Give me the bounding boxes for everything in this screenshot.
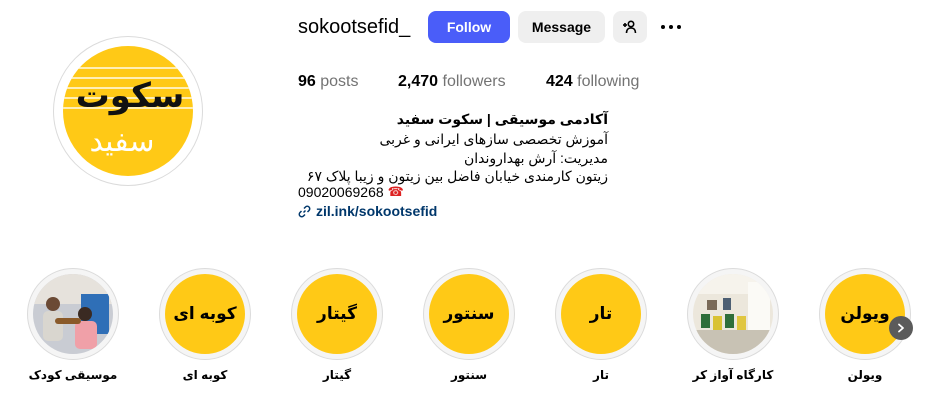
link-text: zil.ink/sokootsefid [316, 203, 438, 219]
chevron-right-icon [898, 323, 904, 333]
followers-stat[interactable]: 2,470 followers [398, 73, 506, 91]
svg-text:سکوت: سکوت [76, 76, 185, 116]
phone-number: 09020069268 [298, 184, 384, 200]
bio-line-3: زیتون کارمندی خیابان فاضل بین زیتون و زی… [306, 168, 608, 184]
highlight-cover-text: ویولن [840, 304, 890, 323]
highlight-guitar[interactable]: گیتار گیتار [291, 268, 383, 382]
svg-text:سفید: سفید [89, 124, 154, 159]
highlight-label: تار [593, 368, 609, 382]
bio-link[interactable]: zil.ink/sokootsefid [298, 203, 437, 219]
highlight-cover-text: سنتور [443, 304, 495, 323]
bio-line-2: مدیریت: آرش بهداروندان [463, 150, 608, 166]
more-options-icon[interactable] [658, 17, 684, 37]
message-button[interactable]: Message [518, 11, 605, 43]
highlight-cover-text: کوبه ای [173, 304, 237, 323]
highlight-label: گیتار [322, 368, 352, 382]
highlight-label: سنتور [450, 368, 488, 382]
telephone-icon: ☎ [387, 184, 404, 199]
highlight-label: کوبه ای [182, 368, 228, 382]
following-label: following [577, 73, 640, 90]
follow-button[interactable]: Follow [428, 11, 510, 43]
posts-stat: 96 posts [298, 73, 359, 91]
highlight-cover-text: تار [589, 304, 613, 323]
bio-phone: 09020069268 ☎ [298, 184, 404, 200]
person-add-icon [623, 20, 637, 34]
highlight-choir-workshop[interactable]: کارگاه آواز کر [687, 268, 779, 382]
highlight-music-kids[interactable]: موسیقی کودک [27, 268, 119, 382]
followers-label: followers [442, 73, 506, 90]
posts-count: 96 [298, 73, 316, 90]
logo-calligraphy: سکوت سفید [76, 76, 185, 159]
highlight-label: کارگاه آواز کر [692, 368, 774, 382]
highlight-label: ویولن [847, 368, 883, 382]
bio-title: آکادمی موسیقی | سکوت سفید [396, 111, 608, 127]
profile-avatar[interactable]: سکوت سفید [53, 36, 203, 186]
highlight-percussion[interactable]: کوبه ای کوبه ای [159, 268, 251, 382]
bio-line-1: آموزش تخصصی سازهای ایرانی و غربی [379, 131, 608, 147]
followers-count: 2,470 [398, 73, 439, 90]
link-icon [298, 205, 311, 218]
highlight-photo [33, 274, 113, 354]
highlight-cover-text: گیتار [317, 304, 357, 323]
following-stat[interactable]: 424 following [546, 73, 639, 91]
suggest-accounts-button[interactable] [613, 11, 647, 43]
posts-label: posts [320, 73, 359, 90]
highlights-next-button[interactable] [889, 316, 913, 340]
profile-username: sokootsefid_ [298, 16, 411, 38]
highlight-tar[interactable]: تار تار [555, 268, 647, 382]
highlight-photo [693, 274, 773, 354]
highlight-label: موسیقی کودک [28, 368, 118, 382]
highlight-santoor[interactable]: سنتور سنتور [423, 268, 515, 382]
following-count: 424 [546, 73, 573, 90]
